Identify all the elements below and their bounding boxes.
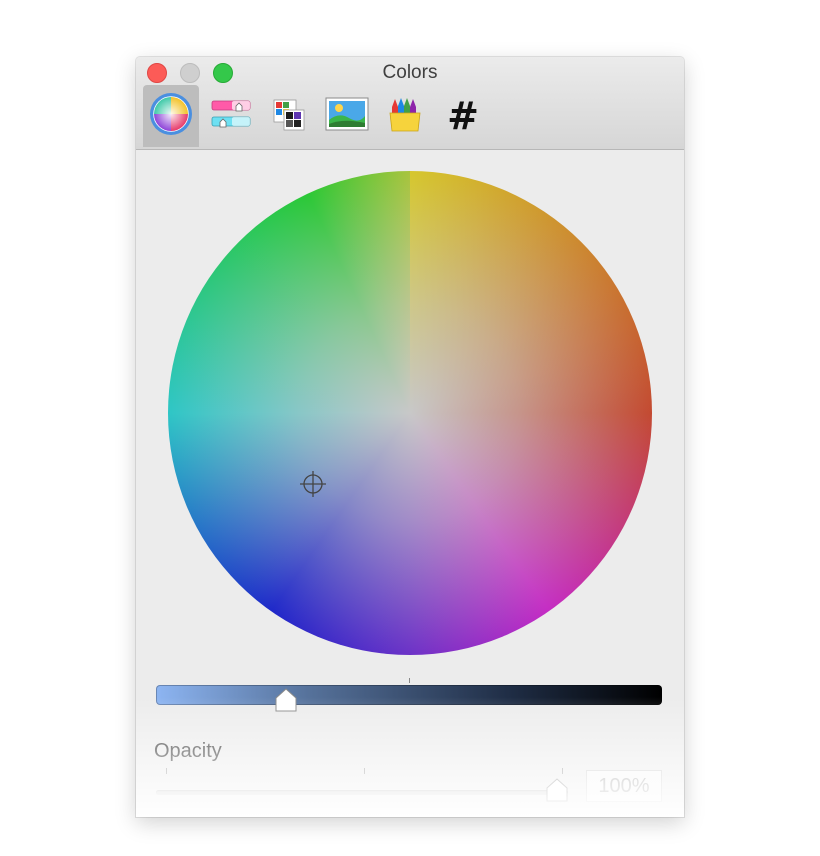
titlebar: Colors # (136, 57, 684, 150)
window-title: Colors (382, 62, 438, 83)
color-palettes-icon (270, 96, 306, 137)
opacity-label: Opacity (154, 740, 222, 762)
opacity-tick (166, 768, 167, 774)
opacity-value-field[interactable]: 100% (586, 770, 662, 802)
opacity-tick (364, 768, 365, 774)
brightness-slider[interactable] (156, 685, 662, 712)
color-wheel[interactable] (168, 171, 652, 655)
tab-color-palettes[interactable] (260, 85, 316, 147)
color-sliders-icon (210, 97, 252, 136)
tab-pencils[interactable] (377, 85, 433, 147)
color-wheel-icon (149, 92, 193, 141)
tab-image-palettes[interactable] (319, 85, 375, 147)
colors-window: Colors # Opacity 100% (136, 57, 684, 817)
opacity-slider-knob[interactable] (546, 778, 568, 802)
brightness-slider-knob[interactable] (275, 688, 297, 712)
color-picker-crosshair[interactable] (300, 471, 326, 497)
image-palette-icon (325, 96, 369, 137)
hex-icon: # (447, 94, 479, 138)
pencils-icon (386, 95, 424, 138)
opacity-tick (562, 768, 563, 774)
tab-color-sliders[interactable] (203, 85, 259, 147)
tab-color-wheel[interactable] (143, 85, 199, 147)
brightness-center-tick (409, 678, 410, 683)
opacity-slider[interactable] (156, 778, 568, 802)
tab-hex[interactable]: # (435, 85, 491, 147)
